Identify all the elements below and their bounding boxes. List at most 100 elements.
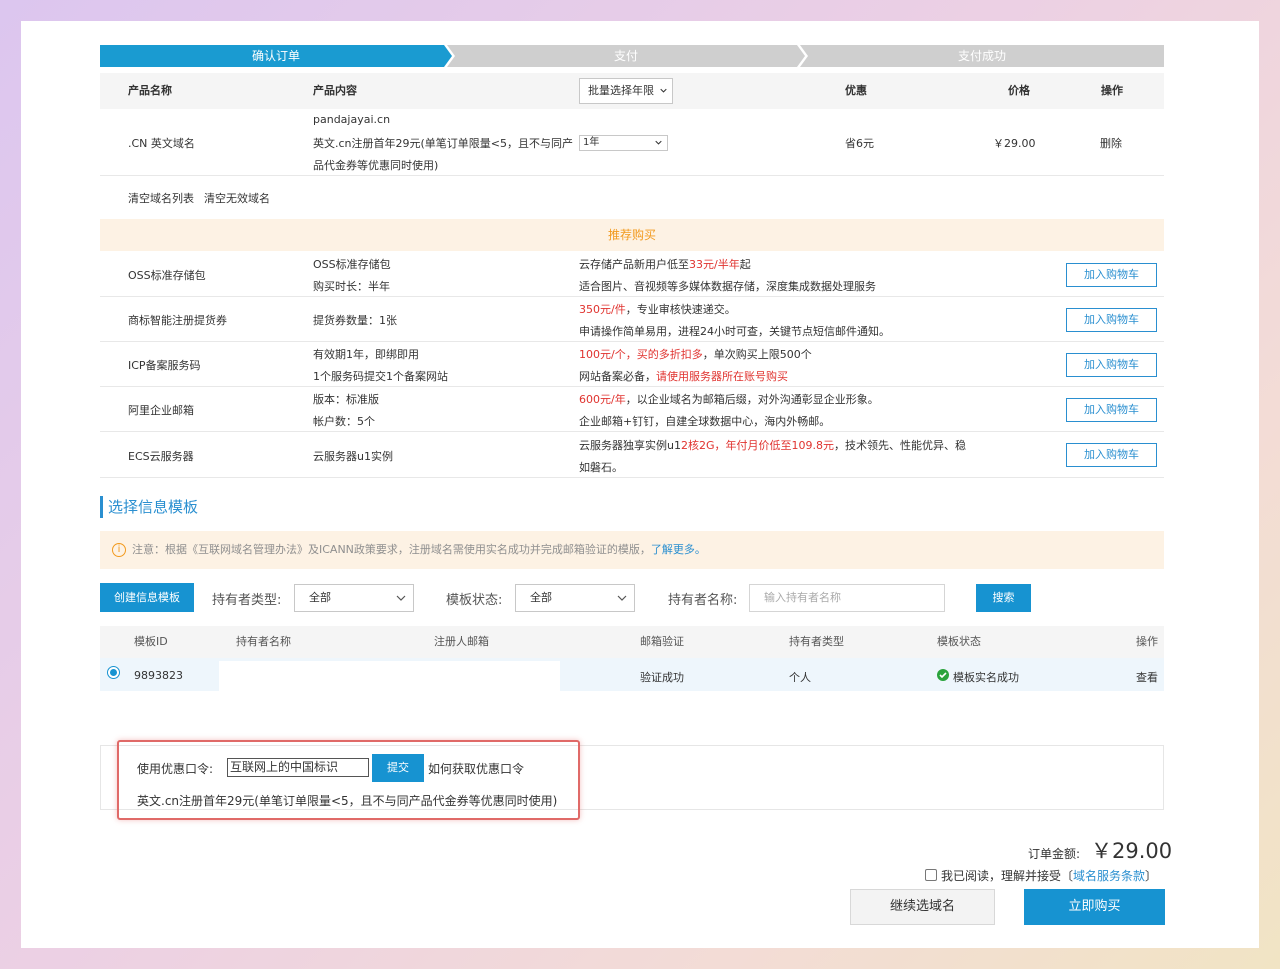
header-template-id: 模板ID — [134, 635, 168, 648]
rec-item-content-1: 云服务器u1实例 — [313, 450, 393, 463]
divider — [100, 477, 1164, 478]
rec-item-name[interactable]: ECS云服务器 — [128, 448, 194, 464]
rec-item-desc-2: 企业邮箱+钉钉，自建全球数据中心，海内外畅邮。 — [579, 413, 830, 429]
desc-text: 申请操作简单易用，进程24小时可查，关键节点短信邮件通知。 — [579, 325, 890, 338]
divider — [100, 341, 1164, 342]
rec-item-content-1: 提货券数量：1张 — [313, 314, 397, 327]
email-verify-status: 验证成功 — [640, 671, 684, 684]
order-table-header: 产品名称 产品内容 批量选择年限 优惠 价格 操作 — [100, 73, 1164, 109]
template-status-value: 模板实名成功 — [953, 671, 1019, 684]
notice-text: 注意：根据《互联网域名管理办法》及ICANN政策要求，注册域名需使用实名成功并完… — [132, 543, 651, 556]
rec-item-desc-2: 适合图片、音视频等多媒体数据存储，深度集成数据处理服务 — [579, 278, 876, 294]
desc-text: ，专业审核快速递交。 — [625, 303, 736, 316]
header-template-status: 模板状态 — [937, 635, 981, 648]
header-product-name: 产品名称 — [128, 84, 172, 97]
rec-item-name[interactable]: 阿里企业邮箱 — [128, 402, 194, 418]
notice-bar: i 注意：根据《互联网域名管理办法》及ICANN政策要求，注册域名需使用实名成功并… — [100, 531, 1164, 569]
header-action: 操作 — [1101, 84, 1123, 97]
bulk-year-select[interactable]: 批量选择年限 — [579, 78, 673, 104]
header-action: 操作 — [1136, 635, 1158, 648]
info-icon: i — [112, 543, 126, 557]
template-table-header: 模板ID 持有者名称 注册人邮箱 邮箱验证 持有者类型 模板状态 操作 — [100, 626, 1164, 658]
search-button[interactable]: 搜索 — [976, 584, 1031, 612]
desc-highlight: 2核2G，年付月价低至109.8元 — [680, 439, 834, 452]
desc-highlight: 600元/年 — [579, 393, 626, 406]
year-select[interactable]: 1年 — [579, 135, 668, 151]
promo-line-1: 英文.cn注册首年29元(单笔订单限量<5，且不与同产 — [313, 137, 574, 150]
holder-name-input[interactable]: 输入持有者名称 — [749, 584, 945, 612]
template-id: 9893823 — [134, 669, 183, 682]
clear-domain-list-link[interactable]: 清空域名列表 — [128, 190, 194, 206]
holder-type-value: 全部 — [309, 591, 331, 604]
desc-text: 适合图片、音视频等多媒体数据存储，深度集成数据处理服务 — [579, 280, 876, 293]
product-name: .CN 英文域名 — [128, 137, 195, 150]
divider — [100, 386, 1164, 387]
rec-item-name[interactable]: 商标智能注册提货券 — [128, 312, 227, 328]
chevron-down-icon — [655, 140, 662, 145]
rec-item-desc-1: 云服务器独享实例u12核2G，年付月价低至109.8元，技术领先、性能优异、稳 — [579, 437, 966, 453]
rec-item-content-2: 购买时长：半年 — [313, 280, 390, 293]
add-to-cart-button[interactable]: 加入购物车 — [1066, 353, 1157, 377]
header-email-verify: 邮箱验证 — [640, 635, 684, 648]
template-status-value: 全部 — [530, 591, 552, 604]
holder-type-select[interactable]: 全部 — [294, 584, 414, 612]
continue-domain-button[interactable]: 继续选域名 — [850, 889, 995, 925]
agree-checkbox[interactable] — [925, 869, 937, 881]
template-status-select[interactable]: 全部 — [515, 584, 635, 612]
redacted-area — [219, 661, 560, 691]
holder-name-label: 持有者名称: — [668, 593, 738, 608]
header-price: 价格 — [1008, 84, 1030, 97]
desc-text: ，以企业域名为邮箱后缀，对外沟通彰显企业形象。 — [625, 393, 879, 406]
agree-prefix: 我已阅读，理解并接受〔 — [941, 869, 1074, 883]
bulk-year-select-label: 批量选择年限 — [588, 84, 654, 97]
divider — [100, 296, 1164, 297]
rec-item-content-2: 帐户数：5个 — [313, 415, 375, 428]
add-to-cart-button[interactable]: 加入购物车 — [1066, 398, 1157, 422]
desc-highlight: 100元/个，买的多折扣多 — [579, 348, 703, 361]
step-pay: 支付 — [447, 45, 805, 67]
step-pay-success: 支付成功 — [800, 45, 1164, 67]
domain-terms-link[interactable]: 域名服务条款 — [1073, 869, 1145, 883]
divider — [100, 175, 1164, 176]
view-link[interactable]: 查看 — [1136, 669, 1158, 685]
step-label: 确认订单 — [251, 49, 300, 63]
agree-suffix: 〕 — [1145, 869, 1158, 883]
divider — [100, 431, 1164, 432]
radio-dot — [110, 669, 117, 676]
checkout-steps: 确认订单 支付 支付成功 — [100, 45, 1164, 67]
add-to-cart-button[interactable]: 加入购物车 — [1066, 443, 1157, 467]
rec-item-desc-2: 申请操作简单易用，进程24小时可查，关键节点短信邮件通知。 — [579, 323, 890, 339]
step-label: 支付成功 — [957, 49, 1006, 63]
coupon-submit-button[interactable]: 提交 — [372, 754, 424, 782]
how-to-get-coupon-link[interactable]: 如何获取优惠口令 — [428, 760, 524, 777]
chevron-down-icon — [617, 595, 627, 601]
holder-type-value: 个人 — [789, 671, 811, 684]
buy-now-button[interactable]: 立即购买 — [1024, 889, 1165, 925]
add-to-cart-button[interactable]: 加入购物车 — [1066, 308, 1157, 332]
desc-text: 网站备案必备， — [579, 370, 656, 383]
delete-link[interactable]: 删除 — [1100, 135, 1122, 151]
learn-more-link[interactable]: 了解更多。 — [651, 543, 706, 556]
add-to-cart-button[interactable]: 加入购物车 — [1066, 263, 1157, 287]
order-amount: ￥29.00 — [1091, 839, 1173, 863]
step-label: 支付 — [613, 49, 638, 63]
clear-invalid-domain-link[interactable]: 清空无效域名 — [204, 190, 270, 206]
rec-item-content-1: 版本：标准版 — [313, 393, 379, 406]
rec-item-content-2: 1个服务码提交1个备案网站 — [313, 370, 448, 383]
rec-item-name[interactable]: ICP备案服务码 — [128, 357, 201, 373]
rec-item-desc-1: 云存储产品新用户低至33元/半年起 — [579, 256, 751, 272]
rec-item-name[interactable]: OSS标准存储包 — [128, 267, 206, 283]
desc-text: 企业邮箱+钉钉，自建全球数据中心，海内外畅邮。 — [579, 415, 831, 428]
rec-item-content-1: 有效期1年，即绑即用 — [313, 348, 419, 361]
template-radio[interactable] — [107, 666, 120, 679]
discount-value: 省6元 — [845, 137, 874, 150]
create-template-button[interactable]: 创建信息模板 — [100, 583, 194, 612]
rec-item-desc-1: 600元/年，以企业域名为邮箱后缀，对外沟通彰显企业形象。 — [579, 391, 879, 407]
year-select-value: 1年 — [583, 137, 600, 148]
header-product-content: 产品内容 — [313, 84, 357, 97]
desc-text: 云存储产品新用户低至 — [579, 258, 689, 271]
coupon-input[interactable]: 互联网上的中国标识 — [227, 758, 369, 777]
agree-text: 我已阅读，理解并接受〔域名服务条款〕 — [941, 867, 1157, 884]
desc-text: 云服务器独享实例u1 — [579, 439, 681, 452]
coupon-label: 使用优惠口令: — [137, 762, 214, 776]
